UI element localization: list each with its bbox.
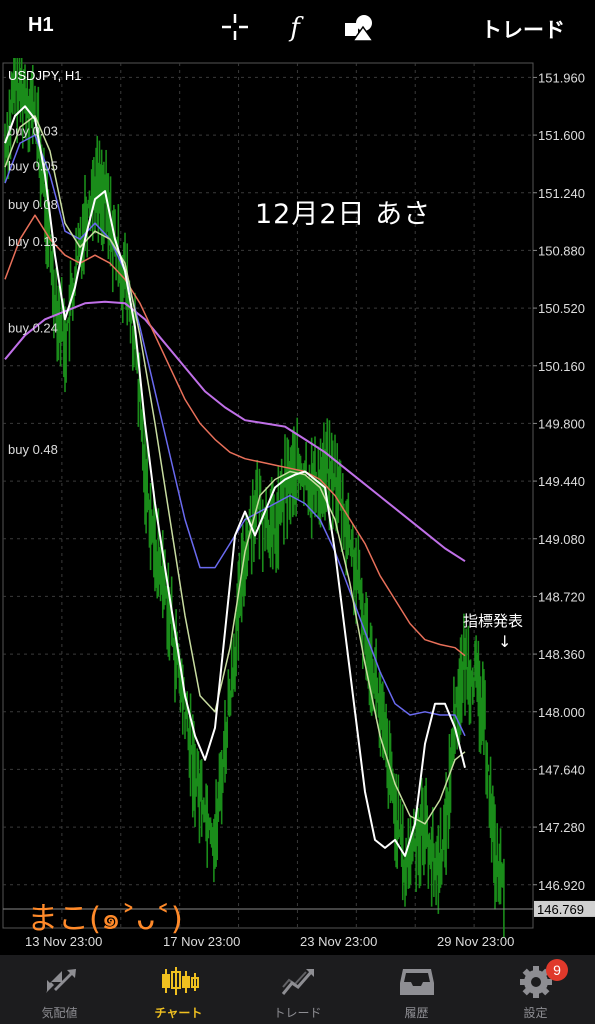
quotes-arrow-icon [46,969,76,993]
y-tick-label: 150.160 [538,359,585,374]
tab-history[interactable]: 履歴 [357,955,476,1024]
candlestick-icon [162,967,199,995]
tab-label: 履歴 [404,1006,429,1020]
inbox-history-icon [400,969,434,995]
trade-chart-icon [281,969,314,995]
tab-quotes[interactable]: 気配値 [0,955,119,1024]
y-tick-label: 148.000 [538,705,585,720]
y-tick-label: 151.960 [538,70,585,85]
indicator-note: 指標発表 [463,612,524,630]
y-tick-label: 147.640 [538,762,585,777]
y-tick-label: 146.920 [538,878,585,893]
tab-bar: 気配値 チャート トレード 履歴 9 設定 [0,955,595,1024]
y-tick-label: 149.080 [538,532,585,547]
current-price-label: 146.769 [537,902,584,917]
down-arrow-icon: ↓ [498,632,512,651]
indicator-f-icon[interactable]: f [278,10,312,44]
chart-title: USDJPY, H1 [8,68,81,83]
x-tick-label: 23 Nov 23:00 [300,934,377,949]
signature-note: まこ(๑˃ᴗ˂) [27,901,183,937]
toolbar: H1 f トレード [0,0,595,58]
tab-label: チャート [154,1006,203,1020]
tab-label: 設定 [523,1006,548,1020]
trade-button[interactable]: トレード [481,14,565,44]
y-tick-label: 149.440 [538,474,585,489]
order-label[interactable]: buy 0.24 [8,320,58,335]
tab-chart[interactable]: チャート [119,955,238,1024]
order-label[interactable]: buy 0.05 [8,159,58,174]
y-tick-label: 151.240 [538,186,585,201]
tab-settings[interactable]: 9 設定 [476,955,595,1024]
x-tick-label: 29 Nov 23:00 [437,934,514,949]
notification-badge: 9 [546,959,568,981]
order-label[interactable]: buy 0.03 [8,123,58,138]
y-tick-label: 149.800 [538,416,585,431]
date-note: 12月2日 あさ [255,199,432,230]
y-tick-label: 147.280 [538,820,585,835]
order-label[interactable]: buy 0.08 [8,197,58,212]
svg-text:f: f [288,13,304,43]
objects-icon[interactable] [342,10,376,44]
y-tick-label: 148.360 [538,647,585,662]
y-tick-label: 151.600 [538,128,585,143]
order-label[interactable]: buy 0.12 [8,234,58,249]
order-label[interactable]: buy 0.48 [8,442,58,457]
tab-label: 気配値 [41,1006,78,1020]
timeframe-button[interactable]: H1 [28,14,54,37]
y-tick-label: 150.880 [538,243,585,258]
y-tick-label: 150.520 [538,301,585,316]
tab-label: トレード [273,1006,322,1020]
y-tick-label: 148.720 [538,589,585,604]
crosshair-icon[interactable] [218,10,252,44]
tab-trade[interactable]: トレード [238,955,357,1024]
